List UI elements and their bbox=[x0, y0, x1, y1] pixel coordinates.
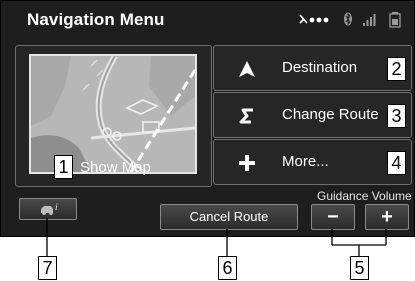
callout-3: 3 bbox=[387, 104, 406, 128]
signal-bars-icon bbox=[363, 14, 376, 26]
callout-4: 4 bbox=[387, 151, 406, 175]
more-label: More... bbox=[282, 153, 329, 170]
show-map-button[interactable]: 1 Show Map bbox=[15, 45, 212, 187]
car-info-button[interactable]: i bbox=[19, 198, 77, 220]
bluetooth-icon bbox=[344, 12, 352, 26]
callout-1: 1 bbox=[54, 155, 73, 179]
change-route-button[interactable]: Change Route bbox=[213, 92, 412, 138]
callout-2: 2 bbox=[387, 57, 406, 81]
status-bar bbox=[299, 12, 401, 28]
change-route-label: Change Route bbox=[282, 106, 379, 123]
destination-label: Destination bbox=[282, 59, 358, 76]
volume-down-button[interactable]: − bbox=[311, 204, 355, 230]
callout-6: 6 bbox=[218, 256, 237, 280]
plus-small-icon: + bbox=[381, 206, 393, 228]
callout-5: 5 bbox=[350, 256, 369, 280]
svg-text:i: i bbox=[55, 202, 58, 212]
volume-up-button[interactable]: + bbox=[365, 204, 409, 230]
plus-icon bbox=[239, 155, 255, 171]
more-button[interactable]: More... bbox=[213, 139, 412, 185]
car-info-icon: i bbox=[41, 202, 58, 215]
cancel-route-button[interactable]: Cancel Route bbox=[160, 204, 298, 230]
callout-7: 7 bbox=[38, 256, 57, 280]
cancel-route-label: Cancel Route bbox=[189, 209, 269, 224]
guidance-volume-label: Guidance Volume bbox=[317, 189, 412, 203]
battery-icon bbox=[389, 12, 401, 28]
arrow-up-icon bbox=[239, 61, 255, 77]
destination-button[interactable]: Destination bbox=[213, 45, 412, 91]
show-map-label: Show Map bbox=[80, 159, 151, 176]
voice-dots-icon bbox=[299, 14, 329, 24]
route-s-icon bbox=[239, 108, 253, 124]
minus-icon: − bbox=[327, 206, 339, 228]
navigation-screen: Navigation Menu 1 Show Map Destination C… bbox=[0, 0, 415, 237]
page-title: Navigation Menu bbox=[27, 10, 165, 29]
